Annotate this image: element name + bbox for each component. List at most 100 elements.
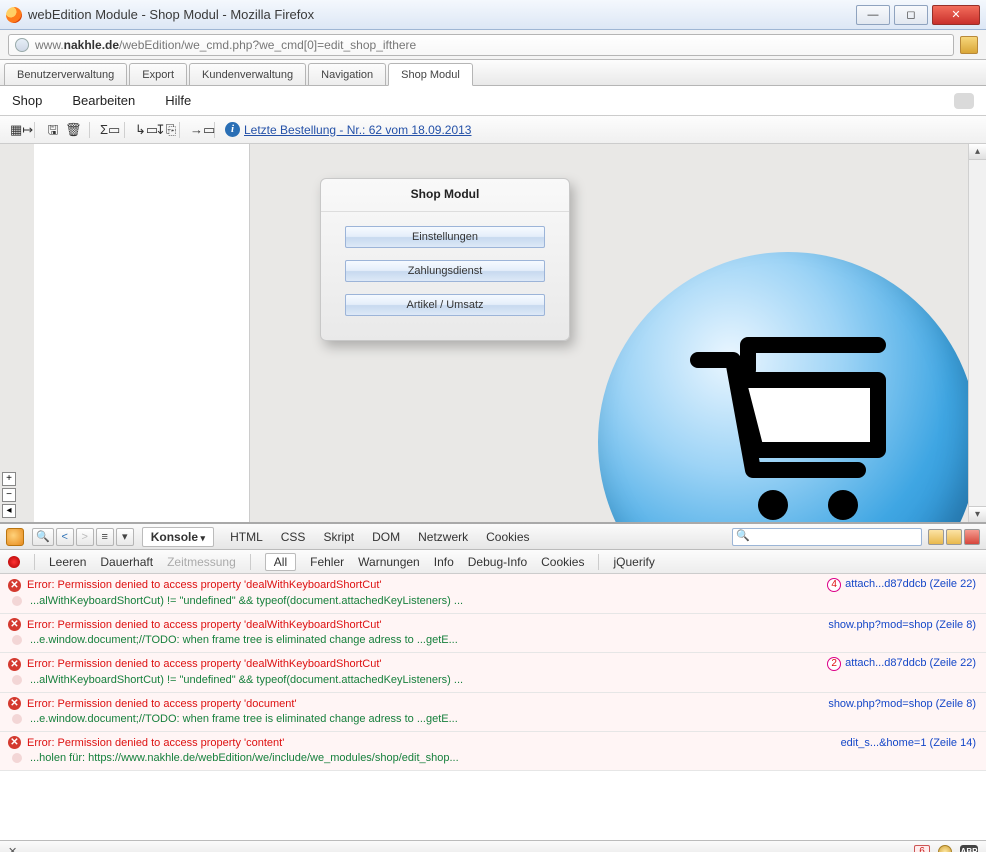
globe-icon <box>15 38 29 52</box>
payment-service-button[interactable]: Zahlungsdienst <box>345 260 545 282</box>
error-count-badge[interactable]: 6 <box>914 845 930 852</box>
url-input[interactable]: www.nakhle.de/webEdition/we_cmd.php?we_c… <box>8 34 954 56</box>
firebug-close-button[interactable] <box>964 529 980 545</box>
nav-back-button[interactable]: < <box>56 528 74 546</box>
error-icon: ✕ <box>8 658 21 671</box>
persist-button[interactable]: Dauerhaft <box>100 555 153 569</box>
window-minimize-button[interactable]: — <box>856 5 890 25</box>
new-order-icon[interactable]: ▦↦ <box>10 122 26 138</box>
tree-panel[interactable] <box>34 144 250 522</box>
error-code: ...alWithKeyboardShortCut) != "undefined… <box>30 595 463 607</box>
error-code: ...e.window.document;//TODO: when frame … <box>30 713 458 725</box>
filter-all-button[interactable]: All <box>265 553 296 571</box>
info-icon: i <box>225 122 240 137</box>
toolbar-group-5: →▭ <box>190 122 215 138</box>
error-code: ...e.window.document;//TODO: when frame … <box>30 634 458 646</box>
window-close-button[interactable]: ✕ <box>932 5 980 25</box>
menu-hilfe[interactable]: Hilfe <box>165 93 191 108</box>
attach-icon[interactable]: ↧⎘ <box>155 122 171 138</box>
status-indicator-icon[interactable] <box>938 845 952 852</box>
module-tab-kundenverwaltung[interactable]: Kundenverwaltung <box>189 63 306 85</box>
error-icon: ✕ <box>8 736 21 749</box>
module-tab-shop-modul[interactable]: Shop Modul <box>388 63 473 86</box>
speech-bubble-icon[interactable] <box>954 93 974 109</box>
filter-cookies-button[interactable]: Cookies <box>541 555 584 569</box>
cart-icon <box>678 330 898 522</box>
status-close-icon[interactable]: ✕ <box>8 845 17 852</box>
error-source-link[interactable]: attach...d87ddcb (Zeile 22) <box>845 578 976 590</box>
module-tab-export[interactable]: Export <box>129 63 187 85</box>
firebug-search-input[interactable] <box>732 528 922 546</box>
nav-forward-button[interactable]: > <box>76 528 94 546</box>
console-error-row: ✕ Error: Permission denied to access pro… <box>0 574 986 614</box>
import-icon[interactable]: ↳▭ <box>135 122 151 138</box>
filter-debug-button[interactable]: Debug-Info <box>468 555 527 569</box>
breakpoint-dot-icon[interactable] <box>12 675 22 685</box>
firebug-tab-netzwerk[interactable]: Netzwerk <box>416 528 470 546</box>
clear-button[interactable]: Leeren <box>49 555 86 569</box>
expand-button[interactable]: + <box>2 472 16 486</box>
menu-shop[interactable]: Shop <box>12 93 42 108</box>
collapse-button[interactable]: − <box>2 488 16 502</box>
cart-illustration <box>598 252 968 522</box>
firebug-toolbar: 🔍 < > ≡ ▾ Konsole HTML CSS Skript DOM Ne… <box>0 524 986 550</box>
breakpoint-dot-icon[interactable] <box>12 596 22 606</box>
module-tab-navigation[interactable]: Navigation <box>308 63 386 85</box>
toolbar-group-info: i Letzte Bestellung - Nr.: 62 vom 18.09.… <box>225 122 479 137</box>
abp-icon[interactable]: ABP <box>960 845 978 852</box>
left-controls: + − ◂ <box>0 144 34 522</box>
filter-warnings-button[interactable]: Warnungen <box>358 555 420 569</box>
error-icon: ✕ <box>8 579 21 592</box>
console-output[interactable]: ✕ Error: Permission denied to access pro… <box>0 574 986 840</box>
firebug-tab-cookies[interactable]: Cookies <box>484 528 531 546</box>
content-area: Shop Modul Einstellungen Zahlungsdienst … <box>250 144 968 522</box>
scroll-up-icon[interactable]: ▴ <box>969 144 986 160</box>
jquerify-button[interactable]: jQuerify <box>613 555 654 569</box>
firebug-tab-dom[interactable]: DOM <box>370 528 402 546</box>
delete-icon[interactable]: 🗑 <box>65 122 81 138</box>
article-revenue-button[interactable]: Artikel / Umsatz <box>345 294 545 316</box>
error-source-link[interactable]: attach...d87ddcb (Zeile 22) <box>845 657 976 669</box>
content-scrollbar[interactable]: ▴ ▾ <box>968 144 986 522</box>
stop-icon[interactable] <box>8 556 20 568</box>
breakpoint-dot-icon[interactable] <box>12 753 22 763</box>
firebug-tab-css[interactable]: CSS <box>279 528 308 546</box>
error-source-link[interactable]: edit_s...&home=1 (Zeile 14) <box>841 737 976 749</box>
export-icon[interactable]: →▭ <box>190 122 206 138</box>
console-error-row: ✕ Error: Permission denied to access pro… <box>0 614 986 653</box>
sum-icon[interactable]: Σ▭ <box>100 122 116 138</box>
settings-button[interactable]: Einstellungen <box>345 226 545 248</box>
filter-errors-button[interactable]: Fehler <box>310 555 344 569</box>
firebug-tab-html[interactable]: HTML <box>228 528 265 546</box>
firebug-tab-konsole[interactable]: Konsole <box>142 527 214 547</box>
filter-info-button[interactable]: Info <box>434 555 454 569</box>
status-bar: ✕ 6 ABP <box>0 840 986 852</box>
firebug-minimize-button[interactable] <box>928 529 944 545</box>
dropdown-icon[interactable]: ▾ <box>116 528 134 546</box>
scroll-down-icon[interactable]: ▾ <box>969 506 986 522</box>
breakpoint-dot-icon[interactable] <box>12 635 22 645</box>
error-source-link[interactable]: show.php?mod=shop (Zeile 8) <box>828 619 976 631</box>
error-icon: ✕ <box>8 618 21 631</box>
lines-icon[interactable]: ≡ <box>96 528 114 546</box>
firebug-tab-skript[interactable]: Skript <box>321 528 356 546</box>
shop-modul-panel: Shop Modul Einstellungen Zahlungsdienst … <box>320 178 570 341</box>
breakpoint-dot-icon[interactable] <box>12 714 22 724</box>
last-order-link[interactable]: Letzte Bestellung - Nr.: 62 vom 18.09.20… <box>244 123 471 137</box>
error-code: ...holen für: https://www.nakhle.de/webE… <box>30 752 459 764</box>
timing-button[interactable]: Zeitmessung <box>167 555 236 569</box>
bookmark-icon[interactable] <box>960 36 978 54</box>
error-message: Error: Permission denied to access prope… <box>27 698 297 710</box>
error-source-link[interactable]: show.php?mod=shop (Zeile 8) <box>828 698 976 710</box>
error-icon: ✕ <box>8 697 21 710</box>
save-icon[interactable]: 🖫 <box>45 122 61 138</box>
firebug-icon[interactable] <box>6 528 24 546</box>
inspect-icon[interactable]: 🔍 <box>32 528 54 546</box>
close-tree-button[interactable]: ◂ <box>2 504 16 518</box>
module-tab-benutzerverwaltung[interactable]: Benutzerverwaltung <box>4 63 127 85</box>
window-maximize-button[interactable]: ◻ <box>894 5 928 25</box>
firebug-popout-button[interactable] <box>946 529 962 545</box>
toolbar-group-2: 🖫 🗑 <box>45 122 90 138</box>
toolbar-group-3: Σ▭ <box>100 122 125 138</box>
menu-bearbeiten[interactable]: Bearbeiten <box>72 93 135 108</box>
